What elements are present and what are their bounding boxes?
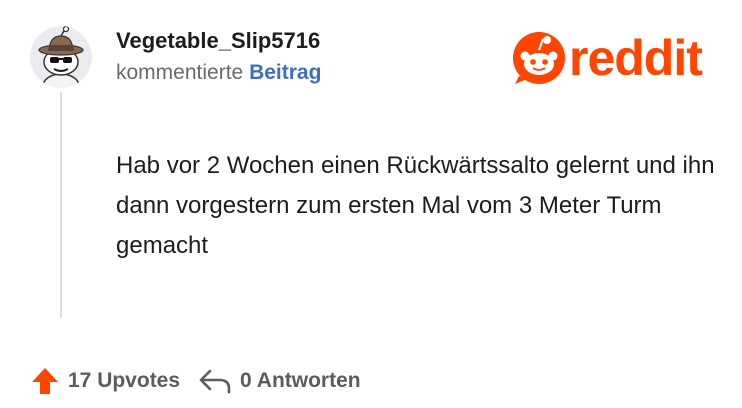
- comment-author[interactable]: Vegetable_Slip5716: [116, 28, 320, 54]
- reply-button[interactable]: 0 Antworten: [198, 366, 361, 396]
- avatar-snoo-icon: [30, 26, 92, 88]
- arrow-up-icon[interactable]: [30, 366, 60, 396]
- avatar[interactable]: [30, 26, 92, 88]
- reply-count: 0 Antworten: [240, 369, 361, 392]
- reddit-snoo-logo-icon: [513, 32, 565, 84]
- upvote-count: 17 Upvotes: [68, 369, 181, 392]
- comment-body: Hab vor 2 Wochen einen Rückwärtssalto ge…: [116, 152, 715, 259]
- thread-line: [60, 92, 62, 318]
- comment-meta: kommentierte Beitrag: [116, 61, 321, 85]
- reddit-wordmark: reddit: [569, 30, 703, 86]
- post-link[interactable]: Beitrag: [249, 61, 321, 84]
- comment-actions: 17 Upvotes 0 Antworten: [30, 364, 361, 398]
- reddit-logo: reddit: [513, 30, 703, 86]
- upvote-button[interactable]: 17 Upvotes: [30, 366, 180, 396]
- meta-prefix: kommentierte: [116, 61, 244, 84]
- reply-arrow-icon[interactable]: [198, 366, 232, 396]
